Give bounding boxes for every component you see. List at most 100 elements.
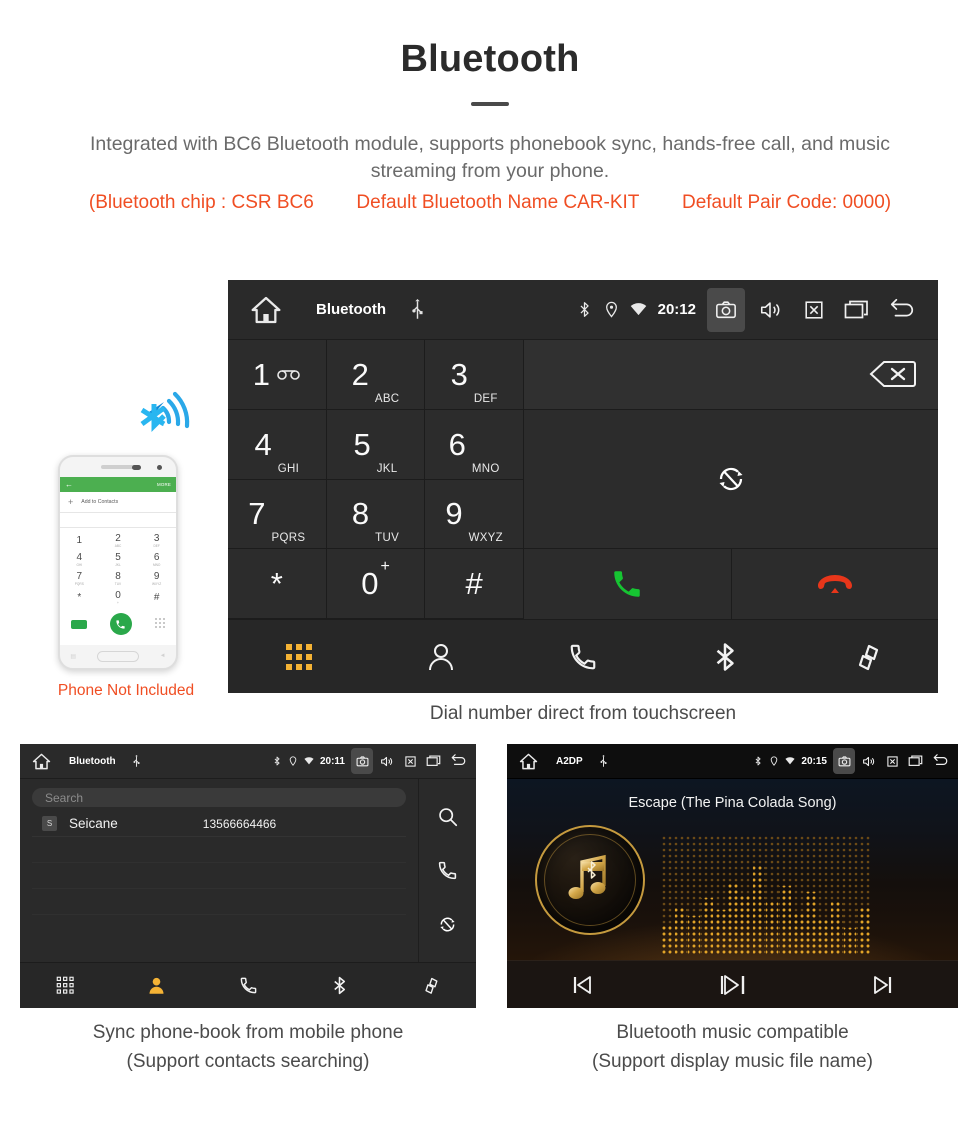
song-title: Escape (The Pina Colada Song) xyxy=(628,795,837,811)
key-digit: 5 xyxy=(353,426,371,462)
search-icon[interactable] xyxy=(437,806,458,827)
sync-icon[interactable] xyxy=(714,462,748,496)
home-icon[interactable] xyxy=(32,752,51,771)
link-icon xyxy=(425,977,438,994)
key-plus: + xyxy=(380,558,390,576)
camera-icon[interactable] xyxy=(833,748,855,774)
key-digit: 3 xyxy=(450,356,468,392)
contact-icon xyxy=(429,643,453,670)
key-4[interactable]: 4 GHI xyxy=(228,409,327,480)
location-icon xyxy=(605,301,617,318)
phone-keypad-icon xyxy=(154,618,165,628)
music-stage: Escape (The Pina Colada Song) xyxy=(507,779,958,960)
recents-icon[interactable] xyxy=(905,748,927,774)
tab-pair[interactable] xyxy=(385,976,476,995)
key-digit: 2 xyxy=(351,356,369,392)
tab-contacts[interactable] xyxy=(370,642,512,672)
wifi-icon xyxy=(630,303,646,316)
backspace-icon[interactable] xyxy=(868,359,916,389)
phone-key: 0 + xyxy=(115,589,121,605)
equalizer-visualization xyxy=(662,836,872,954)
camera-icon[interactable] xyxy=(351,748,373,774)
list-item[interactable]: S Seicane 13566664466 xyxy=(32,811,406,837)
sync-icon[interactable] xyxy=(437,914,458,935)
phone-screen: ← MORE + Add to Contacts 1 2 ABC 3 DEF 4 GH… xyxy=(60,477,176,645)
tab-bluetooth[interactable] xyxy=(294,976,385,995)
key-8[interactable]: 8 TUV xyxy=(326,479,426,550)
tab-bluetooth[interactable] xyxy=(654,642,796,672)
search-input[interactable]: Search xyxy=(32,788,406,807)
key-1[interactable]: 1 xyxy=(228,340,327,410)
bluetooth-icon xyxy=(333,976,345,995)
contacts-tab-bar xyxy=(20,962,476,1008)
volume-icon[interactable] xyxy=(857,748,879,774)
phone-key: 7 PQRS xyxy=(74,570,84,586)
wifi-icon xyxy=(304,757,314,765)
usb-icon xyxy=(133,754,140,767)
close-icon[interactable] xyxy=(881,748,903,774)
phone-key: 8 TUV xyxy=(114,570,122,586)
key-9[interactable]: 9 WXYZ xyxy=(425,479,524,550)
camera-icon[interactable] xyxy=(707,287,745,332)
back-icon[interactable] xyxy=(883,288,921,332)
key-6[interactable]: 6 MNO xyxy=(425,409,524,480)
home-icon[interactable] xyxy=(250,294,282,326)
phone-keypad: 1 2 ABC 3 DEF 4 GHI 5 JKL 6 MNO 7 PQRS 8 TUV 9W… xyxy=(60,528,176,607)
previous-button[interactable] xyxy=(507,973,657,997)
phone-back-nav-icon: ◄ xyxy=(159,653,166,659)
hangup-button[interactable] xyxy=(731,549,938,619)
contacts-list-area: Search S Seicane 13566664466 xyxy=(20,779,419,962)
phone-icon[interactable] xyxy=(437,860,458,881)
back-icon[interactable] xyxy=(447,748,469,774)
page-root: Bluetooth Integrated with BC6 Bluetooth … xyxy=(0,0,980,1134)
dialer-clock: 20:12 xyxy=(657,301,696,318)
phone-key: 5 JKL xyxy=(115,551,121,567)
phone-add-contact-row: + Add to Contacts xyxy=(60,492,176,512)
key-0[interactable]: 0 + xyxy=(326,549,426,619)
key-7[interactable]: 7 PQRS xyxy=(228,479,327,550)
phone-call-button xyxy=(109,613,132,635)
key-2[interactable]: 2 ABC xyxy=(326,340,426,410)
link-icon xyxy=(858,644,879,670)
close-icon[interactable] xyxy=(795,288,833,332)
play-pause-button[interactable] xyxy=(657,970,807,1000)
key-letters: TUV xyxy=(375,532,400,545)
key-3[interactable]: 3 DEF xyxy=(425,340,524,410)
tab-call-log[interactable] xyxy=(512,642,654,672)
phone-app-bar: ← MORE xyxy=(60,477,176,492)
key-5[interactable]: 5 JKL xyxy=(326,409,426,480)
music-caption: Bluetooth music compatible (Support disp… xyxy=(507,1018,958,1076)
music-app-title: A2DP xyxy=(556,755,583,767)
number-display xyxy=(524,340,938,410)
volume-icon[interactable] xyxy=(751,288,789,332)
home-icon[interactable] xyxy=(519,752,538,771)
phone-earpiece xyxy=(60,457,176,477)
volume-icon[interactable] xyxy=(375,748,397,774)
call-button[interactable] xyxy=(524,549,732,619)
spec-chip: (Bluetooth chip : CSR BC6 xyxy=(88,192,314,213)
tab-keypad[interactable] xyxy=(20,976,111,995)
phone-action-row xyxy=(60,607,176,641)
title-divider xyxy=(471,102,509,106)
list-item xyxy=(32,889,406,915)
usb-icon xyxy=(412,298,423,319)
next-button[interactable] xyxy=(808,973,958,997)
key-star[interactable]: * xyxy=(228,549,327,619)
contacts-screenshot: Bluetooth 20:11 Search S Seicane 1356666… xyxy=(20,744,476,1008)
call-controls xyxy=(524,549,938,619)
skip-next-icon xyxy=(873,975,891,994)
key-hash[interactable]: # xyxy=(425,549,524,619)
back-icon[interactable] xyxy=(929,748,951,774)
keypad-icon xyxy=(56,976,74,994)
recents-icon[interactable] xyxy=(423,748,445,774)
recents-icon[interactable] xyxy=(839,288,877,332)
key-digit: 7 xyxy=(248,496,266,532)
dialer-right-column xyxy=(524,340,938,619)
tab-call-log[interactable] xyxy=(202,976,293,995)
tab-pair[interactable] xyxy=(796,642,938,672)
contact-icon xyxy=(149,977,164,994)
close-icon[interactable] xyxy=(399,748,421,774)
tab-keypad[interactable] xyxy=(228,642,370,672)
key-letters: DEF xyxy=(473,392,498,405)
tab-contacts[interactable] xyxy=(111,976,202,995)
